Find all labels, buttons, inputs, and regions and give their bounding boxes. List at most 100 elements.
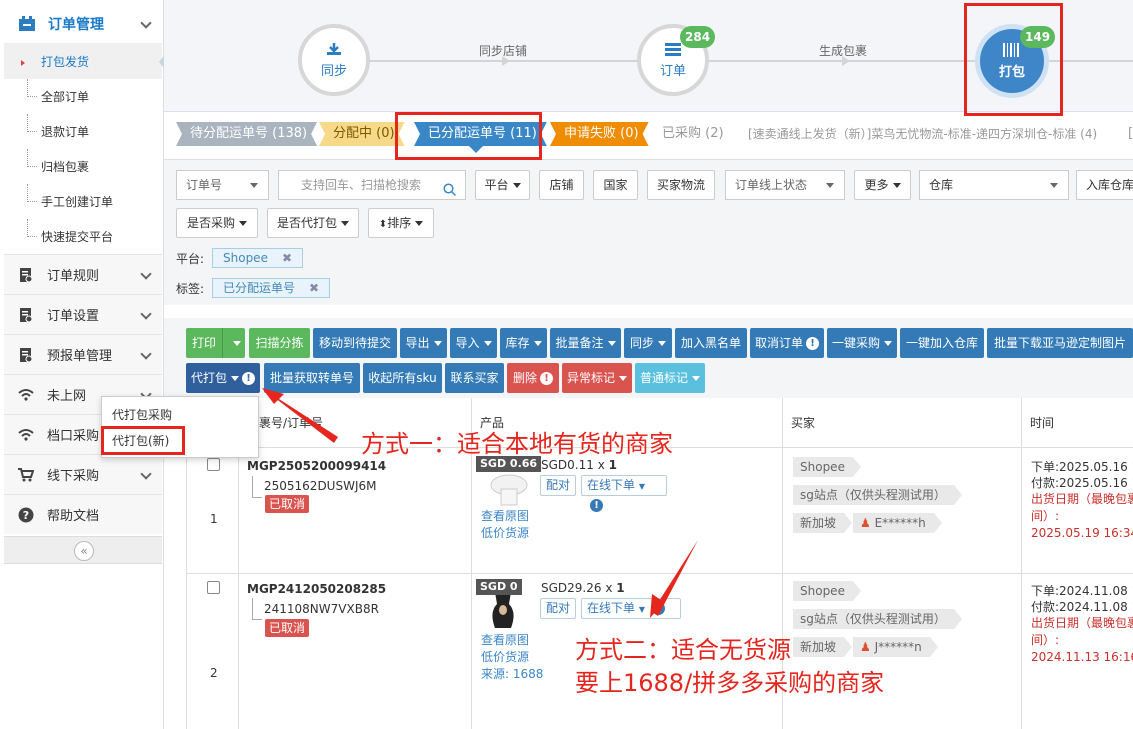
caret-down-icon	[433, 341, 442, 346]
caret-down-icon: ▼	[638, 482, 645, 491]
is-purchased-dropdown[interactable]: 是否采购	[176, 208, 258, 238]
caret-down-icon	[233, 341, 241, 346]
more-dropdown[interactable]: 更多	[854, 170, 911, 200]
tree-line	[27, 184, 37, 202]
tab-assigning[interactable]: 分配中 (0)	[319, 122, 405, 146]
buyer-logistics-button[interactable]: 买家物流	[647, 170, 715, 200]
sidebar-header-order-management[interactable]: 订单管理	[4, 4, 162, 44]
collapse-sidebar-button[interactable]: «	[74, 541, 94, 561]
move-to-pending-button[interactable]: 移动到待提交	[313, 328, 397, 358]
row-checkbox[interactable]	[207, 458, 220, 471]
button-label: 删除	[512, 371, 537, 385]
inventory-dropdown[interactable]: 库存	[500, 328, 547, 358]
select-label: 订单号	[186, 178, 223, 192]
platform-filter-tag[interactable]: Shopee ✖	[212, 248, 304, 268]
caret-down-icon	[533, 341, 542, 346]
sidebar-group-order-rules[interactable]: 订单规则	[4, 254, 162, 294]
one-click-purchase-dropdown[interactable]: 一键采购	[827, 328, 897, 358]
sidebar-group-offline-purchase[interactable]: 线下采购	[4, 454, 162, 494]
buyer-name-tag: ♟ E******h	[853, 513, 942, 533]
caret-down-icon	[826, 183, 834, 188]
sidebar-group-forecast[interactable]: 预报单管理	[4, 334, 162, 374]
chevron-down-icon	[140, 468, 152, 480]
add-to-warehouse-button[interactable]: 一键加入仓库	[900, 328, 984, 358]
platform-dropdown[interactable]: 平台	[475, 170, 530, 200]
status-filter-tag[interactable]: 已分配运单号 ✖	[212, 278, 331, 298]
view-original-image-link[interactable]: 查看原图	[481, 507, 529, 524]
user-icon: ♟	[860, 640, 871, 654]
export-dropdown[interactable]: 导出	[400, 328, 447, 358]
print-button[interactable]: 打印	[186, 328, 245, 358]
split-divider	[222, 328, 223, 358]
batch-note-dropdown[interactable]: 批量备注	[550, 328, 621, 358]
help-icon: ?	[18, 507, 34, 523]
sidebar-group-label: 线下采购	[47, 469, 100, 484]
tag-label: Shopee	[223, 251, 268, 265]
status-badge: 已取消	[265, 495, 310, 513]
sidebar-item-pack-ship[interactable]: 打包发货	[4, 44, 167, 79]
sidebar-group-label: 档口采购	[47, 429, 100, 444]
contact-buyer-button[interactable]: 联系买家	[445, 363, 504, 393]
tab-purchased[interactable]: 已采购 (2)	[648, 122, 734, 146]
sidebar-group-order-settings[interactable]: 订单设置	[4, 294, 162, 334]
is-agent-pack-dropdown[interactable]: 是否代打包	[267, 208, 359, 238]
sync-dropdown[interactable]: 同步	[624, 328, 672, 358]
product-image[interactable]	[481, 590, 525, 630]
info-icon: !	[806, 337, 819, 350]
package-number: MGP2412050208285	[247, 582, 387, 596]
select-label: 入库仓库	[1086, 178, 1133, 192]
row-checkbox[interactable]	[207, 581, 220, 594]
sidebar-item-refund-orders[interactable]: 退款订单	[4, 114, 162, 149]
buyer-name-tag: ♟ J******n	[853, 637, 938, 657]
delete-button[interactable]: 删除!	[507, 363, 559, 393]
tree-line	[27, 219, 37, 237]
view-original-image-link[interactable]: 查看原图	[481, 631, 529, 648]
blacklist-button[interactable]: 加入黑名单	[675, 328, 747, 358]
button-label: 导入	[455, 336, 480, 350]
step-label: 同步	[320, 63, 347, 79]
button-label: 同步	[629, 336, 654, 350]
select-label: 仓库	[929, 178, 954, 192]
cancel-order-button[interactable]: 取消订单!	[750, 328, 824, 358]
tab-more[interactable]: [S	[1114, 122, 1133, 146]
product-image[interactable]	[481, 469, 531, 509]
menu-item-agent-pack-purchase[interactable]: 代打包采购	[112, 406, 172, 423]
scan-sort-button[interactable]: 扫描分拣	[249, 328, 310, 358]
order-online-status-select[interactable]: 订单线上状态	[725, 170, 845, 200]
close-icon[interactable]: ✖	[282, 251, 292, 265]
shop-button[interactable]: 店铺	[539, 170, 584, 200]
sidebar-group-help[interactable]: ? 帮助文档	[4, 494, 162, 534]
tab-aliexpress-logistics[interactable]: [速卖通线上发货（新）]菜鸟无忧物流-标准-递四方深圳仓-标准 (4)	[734, 122, 1107, 146]
order-number: 241108NW7VXB8R	[264, 602, 379, 616]
sidebar-item-manual-order[interactable]: 手工创建订单	[4, 184, 162, 219]
tab-apply-failed[interactable]: 申请失败 (0)	[550, 122, 649, 146]
online-order-dropdown[interactable]: 在线下单 ▼ !	[581, 475, 667, 512]
button-label: 异常标记	[566, 371, 615, 385]
match-button[interactable]: 配对	[540, 475, 577, 496]
step-sync[interactable]: 同步	[298, 24, 370, 96]
search-input[interactable]: 支持回车、扫描枪搜索	[278, 170, 466, 200]
close-icon[interactable]: ✖	[309, 281, 319, 295]
wifi-icon	[18, 387, 34, 403]
sort-dropdown[interactable]: ⬍排序	[368, 208, 434, 238]
inbound-warehouse-select[interactable]: 入库仓库	[1076, 170, 1133, 200]
low-price-source-link[interactable]: 低价货源	[481, 648, 529, 665]
sidebar-item-archived-packages[interactable]: 归档包裹	[4, 149, 162, 184]
warehouse-select[interactable]: 仓库	[919, 170, 1069, 200]
caret-down-icon	[239, 221, 247, 226]
sidebar-item-quick-submit[interactable]: 快速提交平台	[4, 219, 162, 254]
download-amazon-images-button[interactable]: 批量下载亚马逊定制图片	[987, 328, 1133, 358]
normal-mark-dropdown[interactable]: 普通标记	[635, 363, 705, 393]
order-number: 2505162DUSWJ6M	[264, 479, 377, 493]
exception-mark-dropdown[interactable]: 异常标记	[562, 363, 632, 393]
match-button[interactable]: 配对	[540, 598, 577, 619]
table-header-time: 时间	[1022, 398, 1133, 448]
order-no-select[interactable]: 订单号	[176, 170, 269, 200]
country-button[interactable]: 国家	[593, 170, 638, 200]
source-1688-link[interactable]: 来源: 1688	[481, 665, 543, 682]
sidebar-item-all-orders[interactable]: 全部订单	[4, 79, 162, 114]
tree-line	[27, 149, 37, 167]
import-dropdown[interactable]: 导入	[450, 328, 497, 358]
tab-unassigned[interactable]: 待分配运单号 (138)	[176, 122, 317, 146]
low-price-source-link[interactable]: 低价货源	[481, 524, 529, 541]
